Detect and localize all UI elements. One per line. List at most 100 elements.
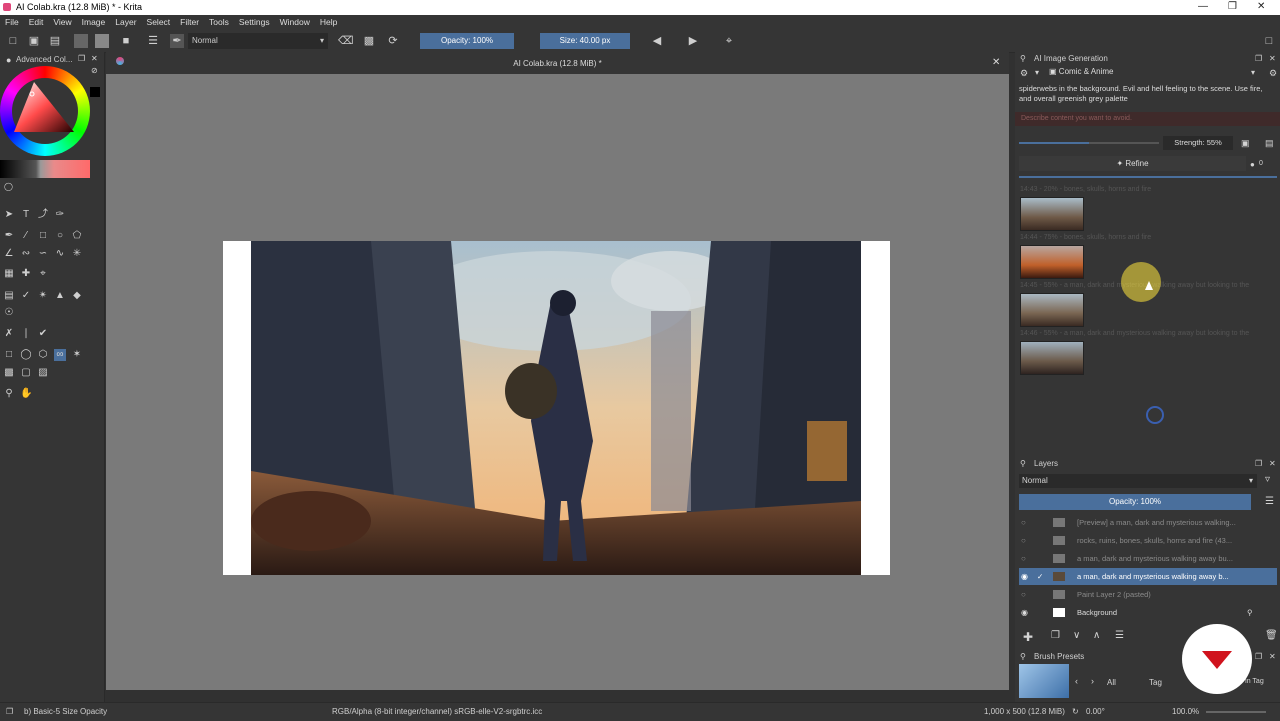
freehand-select-icon[interactable]: ∞ <box>54 349 66 361</box>
eye-icon[interactable]: ◉ <box>1021 604 1028 621</box>
history-thumbnail[interactable] <box>1020 341 1084 375</box>
zoom-slider[interactable] <box>1206 711 1266 713</box>
crop-icon[interactable]: ⌖ <box>722 34 736 48</box>
delete-layer-icon[interactable]: 🗑 <box>1265 630 1278 641</box>
add-layer-icon[interactable]: ✚ <box>1023 630 1033 644</box>
close-document-icon[interactable]: ✕ <box>992 57 1000 68</box>
polygon-select-icon[interactable]: ⬡ <box>37 349 49 361</box>
hidden-eye-icon[interactable]: ○ <box>1021 586 1026 603</box>
color-history-strip[interactable] <box>0 160 90 178</box>
color-picker-icon[interactable]: ✓ <box>20 290 32 302</box>
chevron-down-icon[interactable]: ▾ <box>1035 68 1039 77</box>
close-panel-icon[interactable]: ✕ <box>1269 52 1276 65</box>
float-icon[interactable]: ❐ <box>78 54 85 63</box>
crop-tool-icon[interactable]: ⌖ <box>37 268 49 280</box>
open-folder-icon[interactable]: ▣ <box>27 34 41 48</box>
similar-select-icon[interactable]: ▩ <box>3 367 15 379</box>
select-tool-icon[interactable]: ➤ <box>3 209 15 221</box>
fg-bg-color-icon[interactable]: ■ <box>119 34 133 48</box>
rect-select-icon[interactable]: □ <box>3 349 15 361</box>
pattern-icon[interactable] <box>95 34 109 48</box>
menu-settings[interactable]: Settings <box>234 15 275 30</box>
menu-tools[interactable]: Tools <box>204 15 234 30</box>
rectangle-tool-icon[interactable]: □ <box>37 230 49 242</box>
negative-prompt-input[interactable]: Describe content you want to avoid. <box>1015 112 1280 126</box>
size-slider[interactable]: Size: 40.00 px <box>540 33 630 49</box>
magnetic-select-icon[interactable]: ▨ <box>37 367 49 379</box>
menu-layer[interactable]: Layer <box>110 15 141 30</box>
brush-preset-icon[interactable]: ✒ <box>170 34 184 48</box>
mirror-vertical-icon[interactable]: ▶ <box>686 34 700 48</box>
artboard[interactable] <box>223 241 890 575</box>
bezier-tool-icon[interactable]: ∾ <box>20 248 32 260</box>
brush-settings-icon[interactable]: ☰ <box>146 34 160 48</box>
layer-row[interactable]: ◉ Background ⚲ <box>1019 604 1277 621</box>
layer-row[interactable]: ○ [Preview] a man, dark and mysterious w… <box>1019 514 1277 531</box>
assistant-tool-icon[interactable]: ☉ <box>3 307 15 319</box>
float-icon[interactable]: ❐ <box>1255 650 1262 663</box>
fill-tool-icon[interactable]: ▲ <box>54 290 66 302</box>
filter-icon[interactable]: ▿ <box>1265 474 1270 485</box>
hidden-eye-icon[interactable]: ○ <box>1021 550 1026 567</box>
dynamic-brush-icon[interactable]: ∿ <box>54 248 66 260</box>
layer-opacity-slider[interactable]: Opacity: 100% <box>1019 494 1251 510</box>
gradient-icon[interactable] <box>74 34 88 48</box>
layer-row-selected[interactable]: ◉ ✓ a man, dark and mysterious walking a… <box>1019 568 1277 585</box>
opacity-slider[interactable]: Opacity: 100% <box>420 33 514 49</box>
style-select[interactable]: ▣ Comic & Anime <box>1049 67 1261 79</box>
lock-icon[interactable]: ⚲ <box>1020 52 1026 65</box>
close-panel-icon[interactable]: ✕ <box>1269 457 1276 470</box>
checkmark-icon[interactable]: ✓ <box>1037 568 1043 585</box>
freehand-path-icon[interactable]: ∽ <box>37 248 49 260</box>
reference-tool-icon[interactable]: ∣ <box>20 328 32 340</box>
menu-edit[interactable]: Edit <box>24 15 49 30</box>
color-triangle[interactable] <box>12 80 78 138</box>
minimize-icon[interactable]: — <box>1198 1 1208 12</box>
layer-row[interactable]: ○ Paint Layer 2 (pasted) <box>1019 586 1277 603</box>
enclose-fill-icon[interactable]: ◆ <box>71 290 83 302</box>
close-panel-icon[interactable]: ✕ <box>91 54 98 63</box>
history-thumbnail[interactable] <box>1020 293 1084 327</box>
menu-icon[interactable]: ☰ <box>1265 496 1274 507</box>
move-down-icon[interactable]: ∨ <box>1073 630 1080 641</box>
tag-label[interactable]: Tag <box>1149 678 1162 687</box>
eye-icon[interactable]: ◉ <box>1021 568 1028 585</box>
add-region-icon[interactable]: ▣ <box>1241 138 1250 149</box>
edit-shape-icon[interactable]: ⤴ <box>37 209 49 221</box>
float-icon[interactable]: ❐ <box>1255 457 1262 470</box>
history-thumbnail[interactable] <box>1020 197 1084 231</box>
pin-tool-icon[interactable]: ✔ <box>37 328 49 340</box>
prev-icon[interactable]: ‹ <box>1075 676 1078 686</box>
blend-mode-select[interactable]: Normal ▾ <box>188 33 328 49</box>
layer-blend-mode-select[interactable]: Normal ▾ <box>1019 474 1257 488</box>
brush-preset-thumbnail[interactable] <box>1019 664 1069 698</box>
duplicate-layer-icon[interactable]: ❐ <box>1051 630 1060 641</box>
toolbar-expand-icon[interactable]: □ <box>1262 34 1276 48</box>
move-tool-icon[interactable]: ✚ <box>20 268 32 280</box>
calligraphy-icon[interactable]: ✑ <box>54 209 66 221</box>
lock-icon[interactable]: ⚲ <box>1020 650 1026 663</box>
history-thumbnail[interactable] <box>1020 245 1084 279</box>
transform-tool-icon[interactable]: ▦ <box>3 268 15 280</box>
refine-button[interactable]: ✦ Refine <box>1019 156 1246 171</box>
status-rotation[interactable]: 0.00° <box>1086 707 1105 716</box>
menu-view[interactable]: View <box>48 15 76 30</box>
smart-patch-icon[interactable]: ✴ <box>37 290 49 302</box>
polyline-tool-icon[interactable]: ∠ <box>3 248 15 260</box>
menu-window[interactable]: Window <box>275 15 315 30</box>
close-panel-icon[interactable]: ✕ <box>1269 650 1276 663</box>
brush-tool-icon[interactable]: ✒ <box>3 230 15 242</box>
gradient-tool-icon[interactable]: ▤ <box>3 290 15 302</box>
menu-filter[interactable]: Filter <box>175 15 204 30</box>
move-up-icon[interactable]: ∧ <box>1093 630 1100 641</box>
restore-icon[interactable]: ❐ <box>1228 1 1237 12</box>
hidden-eye-icon[interactable]: ○ <box>1021 532 1026 549</box>
close-icon[interactable]: ✕ <box>1257 1 1265 12</box>
new-document-icon[interactable]: □ <box>6 34 20 48</box>
history-icon[interactable]: ◯ <box>4 182 13 191</box>
menu-select[interactable]: Select <box>142 15 176 30</box>
menu-help[interactable]: Help <box>315 15 342 30</box>
preserve-alpha-icon[interactable]: ▩ <box>362 34 376 48</box>
menu-image[interactable]: Image <box>77 15 111 30</box>
float-icon[interactable]: ❐ <box>1255 52 1262 65</box>
